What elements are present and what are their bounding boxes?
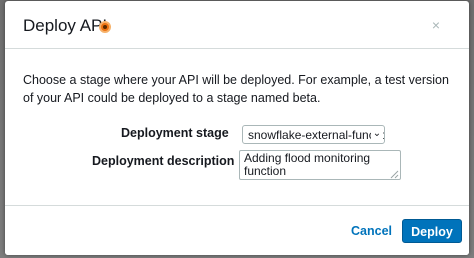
deployment-description-label: Deployment description — [92, 154, 235, 168]
deploy-api-dialog: Deploy API × Choose a stage where your A… — [5, 1, 469, 255]
dialog-description: Choose a stage where your API will be de… — [23, 73, 449, 105]
deploy-button[interactable]: Deploy — [402, 219, 462, 243]
chevron-down-icon: ⌄ — [371, 127, 383, 141]
deployment-stage-select[interactable]: snowflake-external-function — [242, 125, 385, 144]
deployment-description-textarea[interactable]: Adding flood monitoring function — [239, 150, 401, 180]
deployment-stage-label: Deployment stage — [121, 126, 229, 140]
dialog-header: Deploy API × — [5, 1, 469, 49]
dialog-footer — [5, 205, 469, 255]
info-icon[interactable] — [99, 21, 111, 33]
close-icon[interactable]: × — [430, 18, 442, 32]
cancel-button[interactable]: Cancel — [351, 224, 392, 238]
dialog-title: Deploy API — [23, 16, 108, 35]
resize-grip-icon[interactable] — [390, 170, 399, 179]
